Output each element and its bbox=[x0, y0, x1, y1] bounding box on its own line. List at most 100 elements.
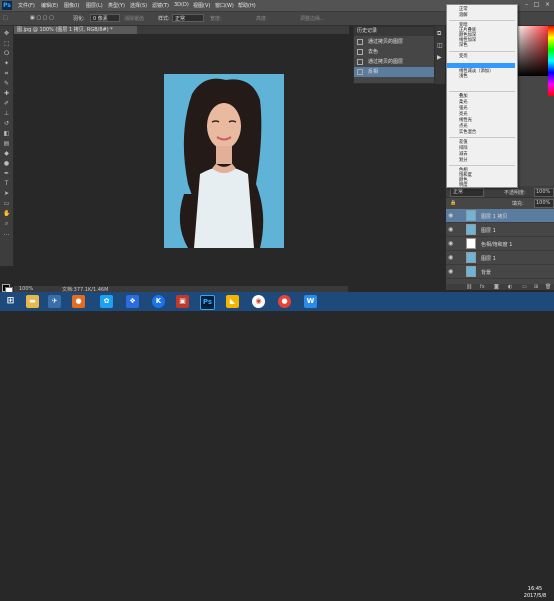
menu-file[interactable]: 文件(F) bbox=[18, 2, 35, 9]
feather-input[interactable]: 0 像素 bbox=[90, 14, 120, 22]
eyedropper-tool-icon[interactable]: ✎ bbox=[3, 80, 10, 87]
fill-input[interactable]: 100% bbox=[534, 199, 554, 208]
history-step[interactable]: 去色 bbox=[354, 47, 434, 57]
minimize-icon[interactable]: – bbox=[522, 1, 531, 9]
blend-option[interactable]: 明度 bbox=[459, 183, 468, 188]
layer-row[interactable]: ◉ 图层 1 bbox=[446, 251, 554, 265]
app-icon[interactable]: ✿ bbox=[100, 295, 113, 308]
zoom-tool-icon[interactable]: ⌕ bbox=[3, 220, 10, 227]
more-tools-icon[interactable]: … bbox=[3, 230, 10, 237]
visibility-eye-icon[interactable]: ◉ bbox=[448, 254, 453, 261]
history-step-current[interactable]: 反相 bbox=[354, 67, 434, 77]
fx-icon[interactable]: fx bbox=[480, 284, 485, 290]
menu-view[interactable]: 视图(V) bbox=[193, 2, 210, 9]
app-icon[interactable]: ● bbox=[278, 295, 291, 308]
blend-option[interactable]: 点光 bbox=[459, 124, 468, 129]
selection-mode-icon[interactable]: ▣ ▢ ▢ ▢ bbox=[30, 15, 54, 21]
history-step[interactable]: 通过拷贝的图层 bbox=[354, 37, 434, 47]
layer-row[interactable]: ◉ 背景 bbox=[446, 265, 554, 279]
app-icon[interactable]: ▣ bbox=[176, 295, 189, 308]
move-tool-icon[interactable]: ✥ bbox=[3, 30, 10, 37]
blend-option[interactable]: 差值 bbox=[459, 140, 468, 145]
menu-image[interactable]: 图像(I) bbox=[64, 2, 79, 9]
app-icon[interactable]: ● bbox=[72, 295, 85, 308]
blend-option[interactable]: 柔光 bbox=[459, 100, 468, 105]
style-select[interactable]: 正常 bbox=[172, 14, 204, 22]
menu-help[interactable]: 帮助(H) bbox=[238, 2, 256, 9]
pen-tool-icon[interactable]: ✒ bbox=[3, 170, 10, 177]
visibility-eye-icon[interactable]: ◉ bbox=[448, 268, 453, 275]
menu-select[interactable]: 选择(S) bbox=[130, 2, 147, 9]
dodge-tool-icon[interactable]: ● bbox=[3, 160, 10, 167]
history-panel-title[interactable]: 历史记录 bbox=[354, 27, 434, 36]
blend-option[interactable]: 亮光 bbox=[459, 112, 468, 117]
lasso-tool-icon[interactable]: ⵔ bbox=[3, 50, 10, 57]
history-brush-tool-icon[interactable]: ↺ bbox=[3, 120, 10, 127]
layer-row[interactable]: ◉ 图层 1 拷贝 bbox=[446, 209, 554, 223]
blend-option[interactable]: 深色 bbox=[459, 43, 468, 48]
blend-option[interactable]: 浅色 bbox=[459, 74, 468, 79]
group-icon[interactable]: ▭ bbox=[522, 284, 527, 290]
hand-tool-icon[interactable]: ✋ bbox=[3, 210, 10, 217]
menu-layer[interactable]: 图层(L) bbox=[86, 2, 103, 9]
blend-option[interactable]: 正常 bbox=[459, 7, 468, 12]
visibility-eye-icon[interactable]: ◉ bbox=[448, 212, 453, 219]
menu-window[interactable]: 窗口(W) bbox=[215, 2, 234, 9]
magic-wand-tool-icon[interactable]: ✦ bbox=[3, 60, 10, 67]
shape-tool-icon[interactable]: ▭ bbox=[3, 200, 10, 207]
opacity-input[interactable]: 100% bbox=[534, 188, 554, 197]
history-panel-icon[interactable]: ⧉ bbox=[437, 30, 441, 38]
trash-icon[interactable]: 🗑 bbox=[545, 284, 551, 290]
blend-option[interactable]: 强光 bbox=[459, 106, 468, 111]
path-selection-tool-icon[interactable]: ➤ bbox=[3, 190, 10, 197]
app-icon[interactable]: ◣ bbox=[226, 295, 239, 308]
photoshop-taskbar-icon[interactable]: Ps bbox=[200, 295, 215, 310]
chrome-icon[interactable]: ◉ bbox=[252, 295, 265, 308]
blend-option-selected[interactable]: 滤色 bbox=[459, 59, 468, 64]
blend-mode-select[interactable]: 正常 bbox=[450, 188, 484, 197]
mask-icon[interactable]: ◙ bbox=[494, 284, 499, 290]
history-step[interactable]: 通过拷贝的图层 bbox=[354, 57, 434, 67]
brush-tool-icon[interactable]: ✐ bbox=[3, 100, 10, 107]
blend-option[interactable]: 减去 bbox=[459, 152, 468, 157]
crop-tool-icon[interactable]: ⌗ bbox=[3, 70, 10, 77]
clock[interactable]: 16:45 2017/5/8 bbox=[518, 586, 552, 601]
actions-panel-icon[interactable]: ▶ bbox=[437, 54, 442, 61]
blur-tool-icon[interactable]: ◆ bbox=[3, 150, 10, 157]
menu-type[interactable]: 类型(Y) bbox=[108, 2, 125, 9]
visibility-eye-icon[interactable]: ◉ bbox=[448, 240, 453, 247]
blend-option[interactable]: 溶解 bbox=[459, 13, 468, 18]
file-explorer-icon[interactable]: ▬ bbox=[26, 295, 39, 308]
refine-edge-button[interactable]: 调整边缘... bbox=[300, 15, 325, 22]
healing-brush-tool-icon[interactable]: ✚ bbox=[3, 90, 10, 97]
lock-icon[interactable]: 🔒 bbox=[450, 200, 456, 206]
app-icon[interactable]: W bbox=[304, 295, 317, 308]
gradient-tool-icon[interactable]: ▤ bbox=[3, 140, 10, 147]
app-icon[interactable]: ❖ bbox=[126, 295, 139, 308]
eraser-tool-icon[interactable]: ◧ bbox=[3, 130, 10, 137]
antialias-checkbox[interactable]: 消除锯齿 bbox=[124, 15, 144, 22]
properties-panel-icon[interactable]: ◫ bbox=[437, 42, 443, 49]
menu-filter[interactable]: 滤镜(T) bbox=[152, 2, 169, 9]
marquee-tool-icon[interactable]: ⬚ bbox=[3, 15, 8, 21]
close-icon[interactable]: × bbox=[543, 1, 552, 9]
visibility-eye-icon[interactable]: ◉ bbox=[448, 226, 453, 233]
layer-row[interactable]: ◉ 色相/饱和度 1 bbox=[446, 237, 554, 251]
clone-stamp-tool-icon[interactable]: ⊥ bbox=[3, 110, 10, 117]
new-layer-icon[interactable]: ⊞ bbox=[534, 284, 538, 290]
app-icon[interactable]: K bbox=[152, 295, 165, 308]
layer-row[interactable]: ◉ 图层 1 bbox=[446, 223, 554, 237]
blend-option[interactable]: 叠加 bbox=[459, 94, 468, 99]
canvas-image[interactable] bbox=[164, 74, 284, 248]
blend-option[interactable]: 线性光 bbox=[459, 118, 472, 123]
app-icon[interactable]: ✈ bbox=[48, 295, 61, 308]
type-tool-icon[interactable]: T bbox=[3, 180, 10, 187]
menu-3d[interactable]: 3D(D) bbox=[174, 2, 189, 8]
menu-edit[interactable]: 编辑(E) bbox=[41, 2, 58, 9]
hue-slider[interactable] bbox=[548, 26, 554, 96]
maximize-icon[interactable]: □ bbox=[532, 1, 541, 9]
adjustment-icon[interactable]: ◐ bbox=[508, 284, 512, 290]
blend-option[interactable]: 实色混合 bbox=[459, 130, 476, 135]
blend-option[interactable]: 排除 bbox=[459, 146, 468, 151]
marquee-tool-icon[interactable]: ⬚ bbox=[3, 40, 10, 47]
